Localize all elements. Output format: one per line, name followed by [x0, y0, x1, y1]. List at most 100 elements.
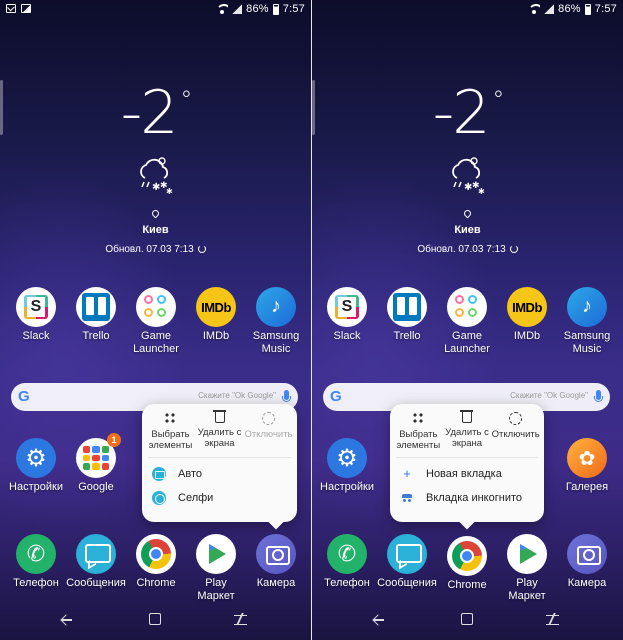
- slack-icon: [16, 287, 56, 327]
- cloud-snow-icon: ✱ ✱ ✱: [452, 157, 485, 196]
- messages-icon: [76, 534, 116, 574]
- chrome-icon: [136, 534, 176, 574]
- recents-icon[interactable]: [234, 613, 247, 625]
- trello-icon: [76, 287, 116, 327]
- back-icon[interactable]: [60, 614, 72, 626]
- trello-icon: [387, 287, 427, 327]
- plus-icon: +: [403, 466, 411, 481]
- refresh-icon[interactable]: [509, 245, 518, 253]
- app-samsung-music[interactable]: ♪ Samsung Music: [557, 287, 617, 356]
- game-launcher-icon: [447, 287, 487, 327]
- shortcut-selfie[interactable]: Селфи: [142, 486, 297, 510]
- battery-percent: 86%: [246, 3, 269, 15]
- disable-action[interactable]: Отключить: [491, 412, 540, 451]
- status-bar: 86% 7:57: [0, 0, 311, 20]
- app-google-folder[interactable]: 1 Google: [66, 433, 126, 494]
- svg-text:✱: ✱: [166, 187, 173, 196]
- weather-temperature[interactable]: -2 °: [0, 78, 311, 148]
- app-camera[interactable]: Камера: [246, 534, 306, 590]
- shortcut-new-tab[interactable]: + Новая вкладка: [390, 462, 544, 486]
- signal-icon: [232, 4, 243, 14]
- app-gallery[interactable]: ✿ Галерея: [557, 438, 617, 494]
- app-play-store[interactable]: Play Маркет: [186, 534, 246, 603]
- app-settings[interactable]: ⚙ Настройки: [6, 438, 66, 494]
- weather-city: Киев: [454, 224, 481, 236]
- app-slack[interactable]: Slack: [6, 287, 66, 343]
- app-trello[interactable]: Trello: [377, 287, 437, 343]
- app-phone[interactable]: ✆ Телефон: [6, 534, 66, 590]
- clock: 7:57: [282, 3, 305, 15]
- refresh-icon[interactable]: [197, 245, 206, 253]
- mail-notification-icon: [6, 4, 16, 13]
- select-items-action[interactable]: Выбрать элементы: [146, 412, 195, 451]
- status-bar: 86% 7:57: [312, 0, 623, 20]
- app-settings[interactable]: ⚙ Настройки: [317, 438, 377, 494]
- camera-icon: [256, 534, 296, 574]
- app-messages[interactable]: Сообщения: [66, 534, 126, 590]
- battery-icon: [584, 3, 591, 15]
- camera-icon: [567, 534, 607, 574]
- app-imdb[interactable]: IMDb IMDb: [497, 287, 557, 343]
- google-folder-icon: 1: [76, 433, 121, 478]
- app-camera[interactable]: Камера: [557, 534, 617, 590]
- clock: 7:57: [594, 3, 617, 15]
- disable-icon: [509, 412, 523, 425]
- search-hint: Скажите "Ok Google": [510, 391, 588, 400]
- mic-icon[interactable]: [282, 390, 291, 402]
- app-play-store[interactable]: Play Маркет: [497, 534, 557, 603]
- app-game-launcher[interactable]: Game Launcher: [437, 287, 497, 356]
- incognito-icon: [400, 491, 414, 505]
- disable-icon: [262, 412, 275, 425]
- select-grid-icon: [411, 412, 425, 425]
- home-screen-left: 86% 7:57 -2 ° ✱ ✱ ✱ Киев Обновл. 07.03 7:…: [0, 0, 311, 640]
- app-chrome[interactable]: Chrome: [437, 536, 497, 592]
- remove-from-screen-action[interactable]: Удалить с экрана: [195, 410, 244, 451]
- home-screen-right: 86% 7:57 -2 ° ✱ ✱ ✱ Киев Обновл. 07.03 7:…: [312, 0, 623, 640]
- app-slack[interactable]: Slack: [317, 287, 377, 343]
- location-pin-icon: [462, 208, 473, 219]
- app-imdb[interactable]: IMDb IMDb: [186, 287, 246, 343]
- signal-icon: [544, 4, 555, 14]
- app-chrome[interactable]: Chrome: [126, 534, 186, 590]
- gear-icon: ⚙: [327, 438, 367, 478]
- weather-updated[interactable]: Обновл. 07.03 7:13: [0, 244, 311, 255]
- remove-from-screen-action[interactable]: Удалить с экрана: [443, 410, 492, 451]
- messages-icon: [387, 534, 427, 574]
- selfie-shortcut-icon: [152, 491, 166, 505]
- back-icon[interactable]: [372, 614, 384, 626]
- app-game-launcher[interactable]: Game Launcher: [126, 287, 186, 356]
- weather-temperature[interactable]: -2 °: [312, 78, 623, 148]
- imdb-icon: IMDb: [196, 287, 236, 327]
- notification-badge: 1: [107, 433, 121, 447]
- location-pin-icon: [150, 208, 161, 219]
- music-note-icon: ♪: [567, 287, 607, 327]
- shortcut-auto[interactable]: Авто: [142, 462, 297, 486]
- battery-percent: 86%: [558, 3, 581, 15]
- app-phone[interactable]: ✆ Телефон: [317, 534, 377, 590]
- phone-icon: ✆: [327, 534, 367, 574]
- play-store-icon: [507, 534, 547, 574]
- camera-shortcut-icon: [152, 467, 166, 481]
- battery-icon: [272, 3, 279, 15]
- select-items-action[interactable]: Выбрать элементы: [394, 412, 443, 451]
- shortcut-incognito-tab[interactable]: Вкладка инкогнито: [390, 486, 544, 510]
- app-trello[interactable]: Trello: [66, 287, 126, 343]
- phone-icon: ✆: [16, 534, 56, 574]
- weather-city: Киев: [142, 224, 169, 236]
- mic-icon[interactable]: [594, 390, 603, 402]
- home-icon[interactable]: [461, 613, 473, 625]
- trash-icon: [460, 410, 473, 423]
- gear-icon: ⚙: [16, 438, 56, 478]
- chrome-icon: [447, 536, 487, 576]
- app-samsung-music[interactable]: ♪ Samsung Music: [246, 287, 306, 356]
- navigation-bar: [312, 600, 623, 640]
- navigation-bar: [0, 600, 311, 640]
- home-icon[interactable]: [149, 613, 161, 625]
- recents-icon[interactable]: [546, 613, 559, 625]
- app-messages[interactable]: Сообщения: [377, 534, 437, 590]
- svg-text:✱: ✱: [478, 187, 485, 196]
- imdb-icon: IMDb: [507, 287, 547, 327]
- weather-updated[interactable]: Обновл. 07.03 7:13: [312, 244, 623, 255]
- camera-shortcut-popup: Выбрать элементы Удалить с экрана Отключ…: [142, 404, 297, 530]
- disable-action[interactable]: Отключить: [244, 412, 293, 451]
